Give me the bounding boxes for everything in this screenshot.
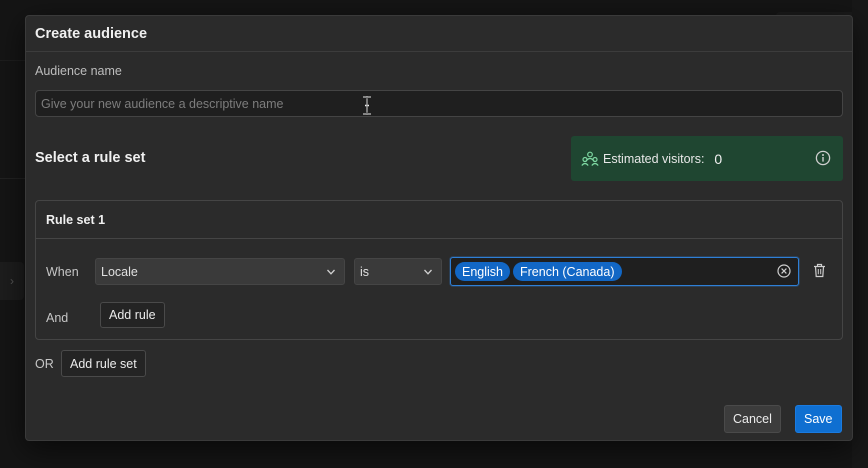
estimated-visitors-count: 0 [714,150,723,167]
people-icon [581,151,599,166]
info-icon[interactable] [815,150,831,166]
value-tag-french-canada[interactable]: French (Canada) [513,262,622,281]
background-divider [0,178,26,179]
background-panel-toggle: › [0,262,24,300]
rule-set-title: Rule set 1 [46,212,106,227]
text-cursor-icon [363,96,371,115]
background-sidebar [852,0,868,468]
audience-name-input[interactable] [35,90,843,117]
chevron-down-icon [327,269,335,275]
when-label: When [46,265,79,279]
create-audience-dialog: Create audience Audience name Select a r… [25,15,853,441]
value-tag-english[interactable]: English [455,262,510,281]
property-select[interactable]: Locale [95,258,345,285]
locale-values-input[interactable]: English French (Canada) [450,257,799,286]
operator-select-value: is [360,264,370,279]
chevron-down-icon [424,269,432,275]
rule-set-header: Rule set 1 [36,201,842,239]
trash-icon[interactable] [813,263,826,278]
dialog-header: Create audience [26,16,852,52]
save-button[interactable]: Save [795,405,842,433]
and-label: And [46,311,69,325]
audience-name-label: Audience name [35,64,122,78]
or-label: OR [35,357,54,371]
rule-set-card: Rule set 1 When Locale is English French… [35,200,843,340]
operator-select[interactable]: is [354,258,442,285]
cancel-button[interactable]: Cancel [724,405,781,433]
estimated-visitors-label: Estimated visitors: [603,151,705,166]
estimated-visitors-panel: Estimated visitors: 0 [571,136,843,181]
property-select-value: Locale [101,264,138,279]
add-rule-set-button[interactable]: Add rule set [61,350,146,377]
clear-icon[interactable] [777,264,791,278]
add-rule-button[interactable]: Add rule [100,302,165,328]
rule-row: When Locale is English French (Canada) A… [36,239,842,339]
dialog-title: Create audience [35,25,148,42]
rule-set-section-title: Select a rule set [35,150,146,166]
